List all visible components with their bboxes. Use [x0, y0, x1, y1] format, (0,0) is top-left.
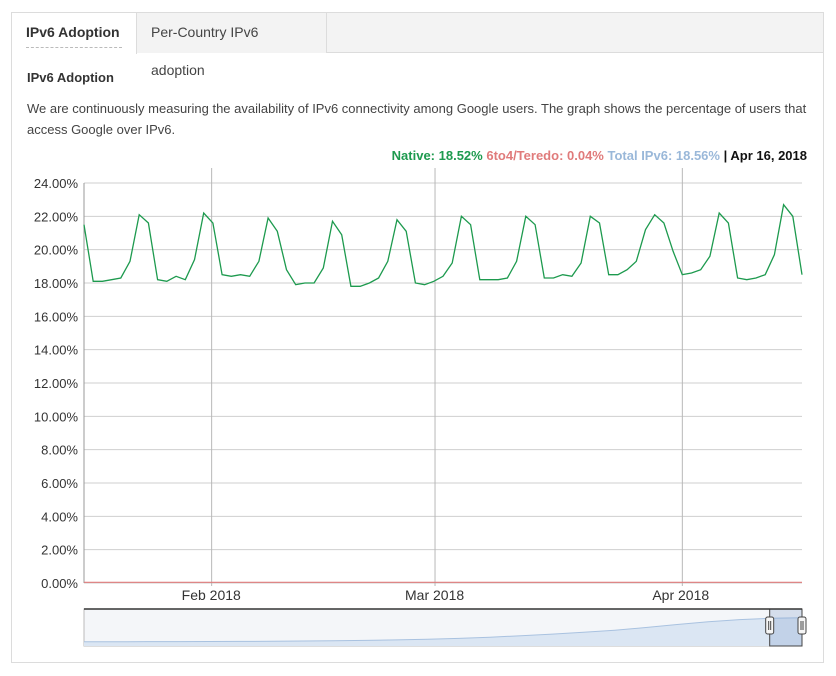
y-tick-label: 24.00% [34, 176, 79, 191]
x-tick-label: Feb 2018 [182, 587, 241, 603]
series-line-native [83, 203, 803, 287]
navigator-handle-left[interactable] [765, 616, 775, 635]
y-tick-label: 10.00% [34, 409, 79, 424]
y-tick-label: 22.00% [34, 209, 79, 224]
y-tick-label: 8.00% [41, 443, 78, 458]
y-tick-label: 20.00% [34, 243, 79, 258]
y-tick-label: 2.00% [41, 543, 78, 558]
x-tick-label: Mar 2018 [405, 587, 464, 603]
y-tick-label: 6.00% [41, 476, 78, 491]
y-tick-label: 4.00% [41, 509, 78, 524]
y-tick-label: 18.00% [34, 276, 79, 291]
y-tick-label: 0.00% [41, 576, 78, 591]
y-tick-label: 12.00% [34, 376, 79, 391]
navigator-handle-right[interactable] [797, 616, 807, 635]
ipv6-panel: IPv6 Adoption Per-Country IPv6 adoption … [11, 12, 824, 663]
y-tick-label: 16.00% [34, 309, 79, 324]
x-tick-label: Apr 2018 [652, 587, 709, 603]
ipv6-adoption-chart[interactable]: 0.00% 2.00% 4.00% 6.00% 8.00% 10.00% 12.00% 14.… [12, 13, 823, 662]
navigator-window [769, 608, 803, 647]
y-tick-label: 14.00% [34, 343, 79, 358]
